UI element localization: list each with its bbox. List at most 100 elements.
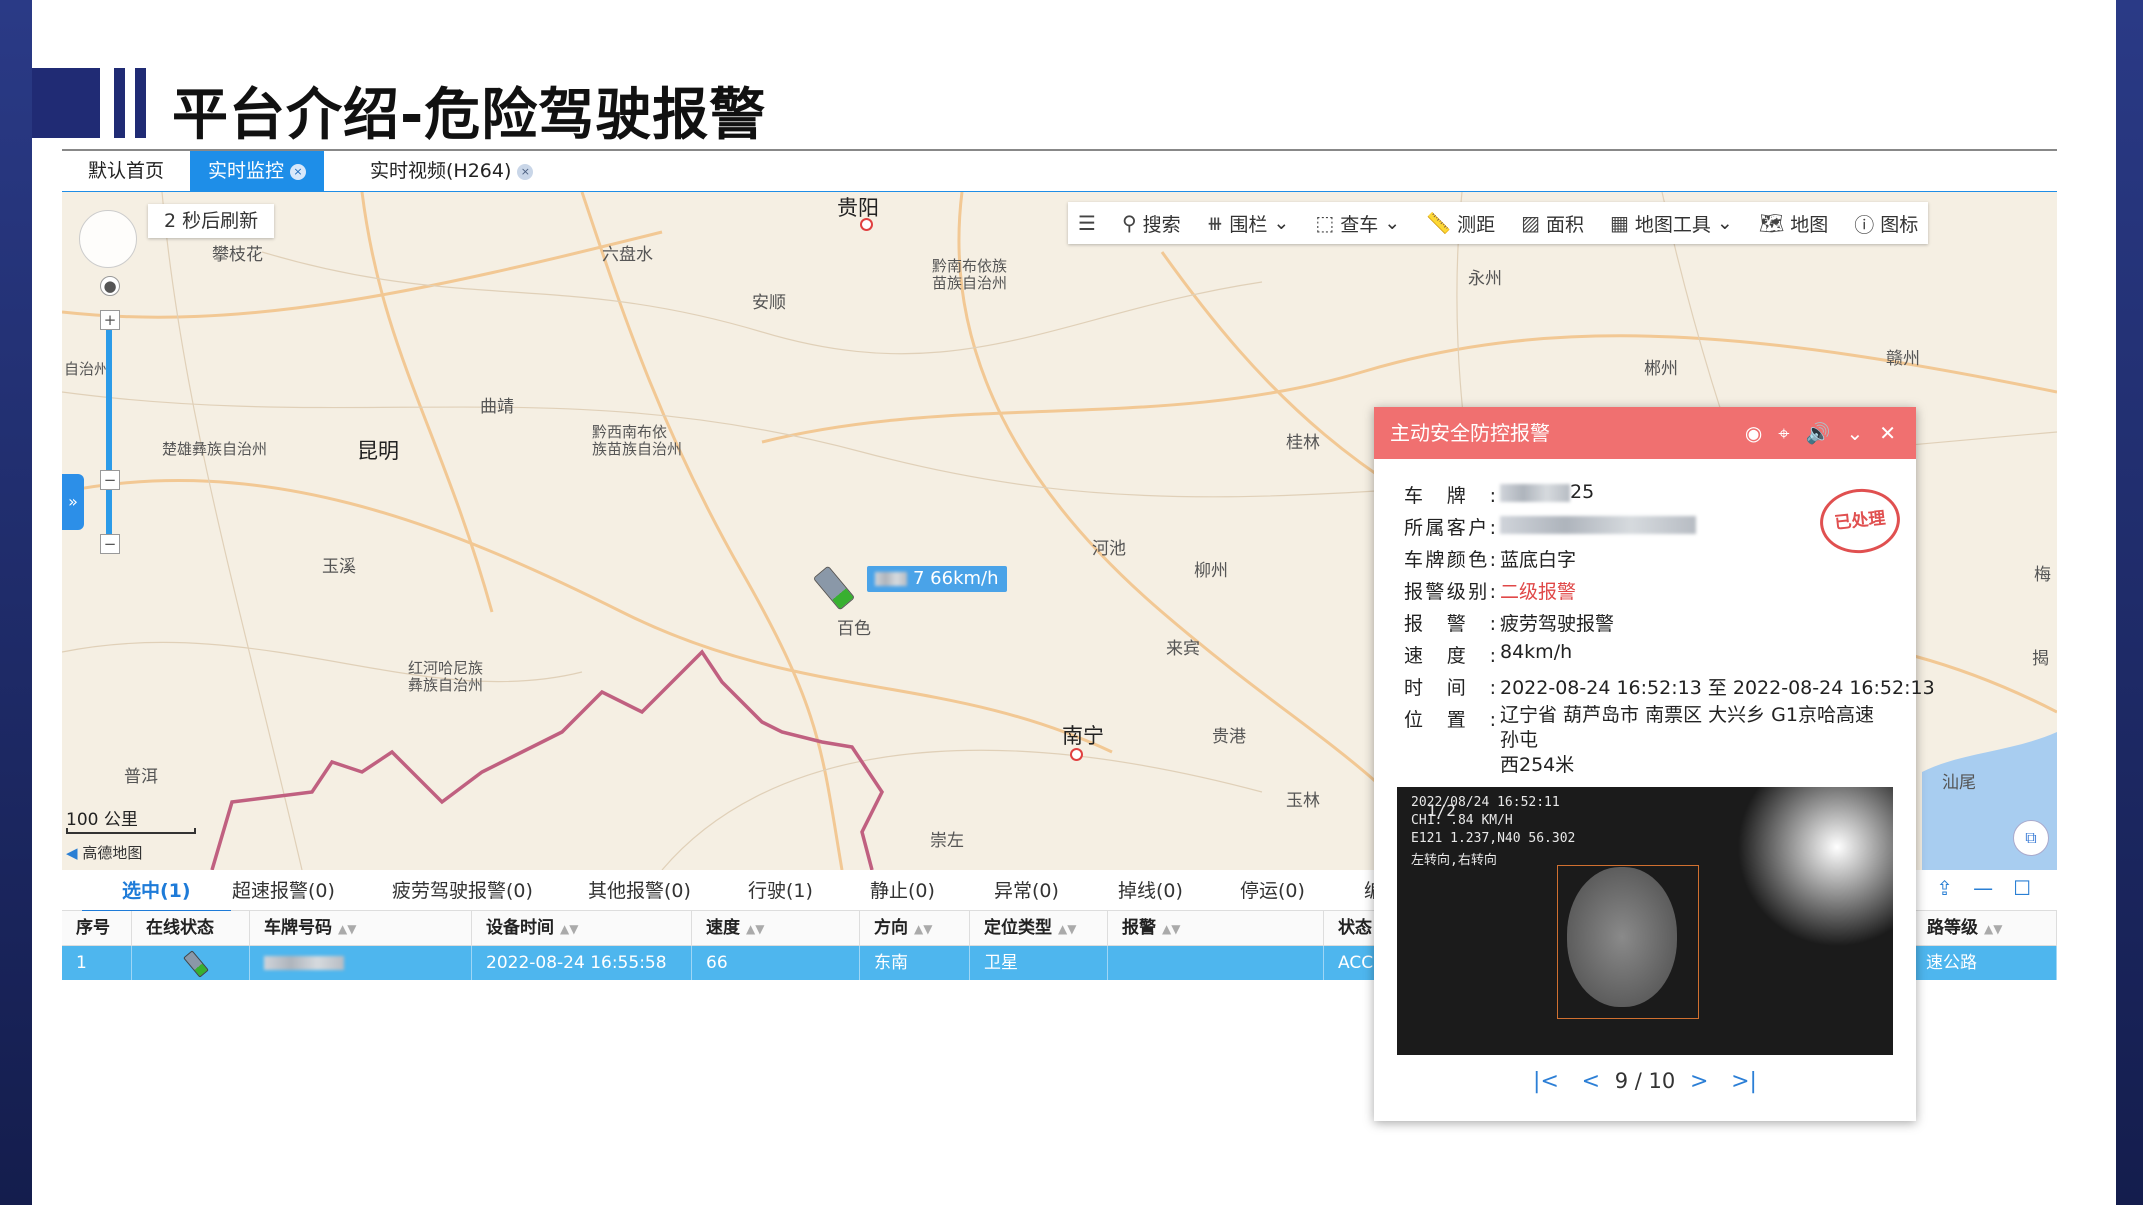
expand-panel-icon[interactable]: »	[62, 474, 84, 530]
vehicle-speed-text: 7 66km/h	[913, 568, 999, 589]
tab-suspended[interactable]: 停运(0)	[1240, 872, 1305, 910]
col-label: 定位类型	[984, 918, 1052, 938]
col-online[interactable]: 在线状态	[132, 911, 250, 945]
tab-fatigue[interactable]: 疲劳驾驶报警(0)	[392, 872, 533, 910]
zoom-handle[interactable]: −	[100, 470, 120, 490]
search-button[interactable]: ⚲ 搜索	[1122, 210, 1181, 237]
tool-label: 围栏	[1229, 213, 1268, 236]
zoom-reset-icon[interactable]: ●	[100, 276, 120, 296]
field-location: 位置: 辽宁省 葫芦岛市 南票区 大兴乡 G1京哈高速 孙屯 西254米	[1404, 704, 1890, 778]
map-tools-button[interactable]: ▦ 地图工具 ⌄	[1610, 210, 1733, 237]
col-speed[interactable]: 速度 ▲▼	[692, 911, 860, 945]
first-page-icon[interactable]: |<	[1533, 1069, 1559, 1094]
tool-label: 搜索	[1142, 213, 1181, 236]
location-pin-icon[interactable]: ⌖	[1778, 407, 1789, 459]
close-icon[interactable]: ×	[517, 163, 534, 180]
next-page-icon[interactable]: >	[1690, 1069, 1708, 1094]
col-road-level[interactable]: 路等级 ▲▼	[1912, 911, 2057, 945]
field-alarm: 报警: 疲劳驾驶报警	[1404, 609, 1614, 636]
alarm-snapshot[interactable]: 2022/08/24 16:52:11 CH1: .84 KM/H E121 1…	[1397, 787, 1893, 1055]
tab-selected[interactable]: 选中(1)	[82, 872, 231, 913]
minimize-icon[interactable]: —	[1973, 876, 1993, 900]
map-layer-button[interactable]: 🗺 地图	[1759, 210, 1828, 237]
tab-realtime-video[interactable]: 实时视频(H264) ×	[370, 151, 534, 191]
amap-logo-icon: ◀	[66, 844, 78, 862]
field-value: 2022-08-24 16:52:13 至 2022-08-24 16:52:1…	[1500, 677, 1935, 699]
last-page-icon[interactable]: >|	[1731, 1069, 1757, 1094]
tab-other-alarm[interactable]: 其他报警(0)	[588, 872, 691, 910]
measure-distance-button[interactable]: 📏 测距	[1426, 210, 1495, 237]
city-marker	[1070, 748, 1083, 761]
city-label: 永州	[1468, 269, 1502, 289]
field-label: 报警:	[1404, 613, 1496, 635]
scale-bar	[66, 828, 196, 834]
field-value: 25	[1500, 481, 1594, 503]
screenshot-icon[interactable]: ⧉	[2013, 820, 2049, 856]
processed-stamp: 已处理	[1816, 484, 1904, 558]
tab-overspeed[interactable]: 超速报警(0)	[232, 872, 335, 910]
sort-icon: ▲▼	[914, 922, 933, 936]
zoom-slider[interactable]	[106, 312, 112, 542]
city-label: 桂林	[1286, 433, 1320, 453]
webcam-icon[interactable]: ◉	[1745, 407, 1762, 459]
col-label: 设备时间	[486, 918, 554, 938]
speaker-icon[interactable]: 🔊	[1806, 407, 1831, 459]
map-pan-control[interactable]	[79, 210, 137, 268]
page-title: 平台介绍-危险驾驶报警	[172, 83, 767, 148]
map-tools-icon: ▦	[1610, 211, 1629, 235]
export-icon[interactable]: ⇪	[1936, 876, 1953, 900]
col-time[interactable]: 设备时间 ▲▼	[472, 911, 692, 945]
city-label: 六盘水	[602, 245, 653, 265]
chevron-down-icon[interactable]: ⌄	[1846, 407, 1863, 459]
legend-button[interactable]: ⓘ 图标	[1854, 209, 1918, 238]
cell-plate	[250, 946, 472, 980]
sort-icon: ▲▼	[1058, 922, 1077, 936]
zoom-in-icon[interactable]: +	[100, 310, 120, 330]
city-label: 攀枝花	[212, 245, 263, 265]
vehicle-speed-label[interactable]: 7 66km/h	[867, 566, 1007, 592]
select-vehicle-button[interactable]: ⬚ 查车 ⌄	[1315, 210, 1400, 237]
tab-abnormal[interactable]: 异常(0)	[994, 872, 1059, 910]
col-loc-type[interactable]: 定位类型 ▲▼	[970, 911, 1108, 945]
field-value	[1500, 513, 1696, 535]
col-alarm[interactable]: 报警 ▲▼	[1108, 911, 1324, 945]
help-icon: ⓘ	[1854, 212, 1875, 237]
col-direction[interactable]: 方向 ▲▼	[860, 911, 970, 945]
zoom-out-icon[interactable]: −	[100, 534, 120, 554]
city-label: 百色	[837, 619, 871, 639]
cam-signals: 左转向,右转向	[1411, 853, 1497, 868]
list-button[interactable]: ☰	[1078, 211, 1096, 235]
maximize-icon[interactable]: ☐	[2013, 876, 2031, 900]
field-value: 二级报警	[1500, 581, 1577, 603]
alarm-popup: 主动安全防控报警 ◉ ⌖ 🔊 ⌄ ✕ 已处理 车牌: 25 所属客户: 车牌颜色:…	[1374, 407, 1935, 1121]
redacted-plate	[264, 956, 344, 970]
city-label: 楚雄彝族自治州	[162, 440, 268, 458]
sort-icon: ▲▼	[746, 922, 765, 936]
field-label: 报警级别:	[1404, 581, 1496, 603]
col-plate[interactable]: 车牌号码 ▲▼	[250, 911, 472, 945]
city-label: 揭	[2032, 649, 2049, 669]
tool-label: 面积	[1545, 213, 1584, 236]
field-value: 疲劳驾驶报警	[1500, 613, 1615, 635]
tab-offline[interactable]: 掉线(0)	[1118, 872, 1183, 910]
grid-tools: ⟳ ⇪ — ☐	[1900, 876, 2031, 900]
col-index[interactable]: 序号	[62, 911, 132, 945]
prev-page-icon[interactable]: <	[1582, 1069, 1600, 1094]
list-icon: ☰	[1078, 211, 1096, 235]
field-plate: 车牌: 25	[1404, 481, 1594, 508]
cell-alarm	[1108, 946, 1324, 980]
close-icon[interactable]: ×	[290, 163, 307, 180]
close-icon[interactable]: ✕	[1879, 407, 1896, 459]
fence-button[interactable]: ⧻ 围栏 ⌄	[1207, 210, 1290, 237]
city-label: 郴州	[1644, 359, 1678, 379]
scale-label: 100 公里	[66, 810, 138, 830]
page-separator: /	[1634, 1069, 1642, 1093]
tab-moving[interactable]: 行驶(1)	[748, 872, 813, 910]
tab-home[interactable]: 默认首页	[88, 151, 164, 191]
measure-area-button[interactable]: ▨ 面积	[1521, 210, 1584, 237]
tab-stopped[interactable]: 静止(0)	[870, 872, 935, 910]
cell-road-level: 速公路	[1912, 946, 2057, 980]
area-icon: ▨	[1521, 211, 1540, 235]
tab-realtime-monitor[interactable]: 实时监控 ×	[190, 151, 325, 191]
city-label: 崇左	[930, 831, 964, 851]
